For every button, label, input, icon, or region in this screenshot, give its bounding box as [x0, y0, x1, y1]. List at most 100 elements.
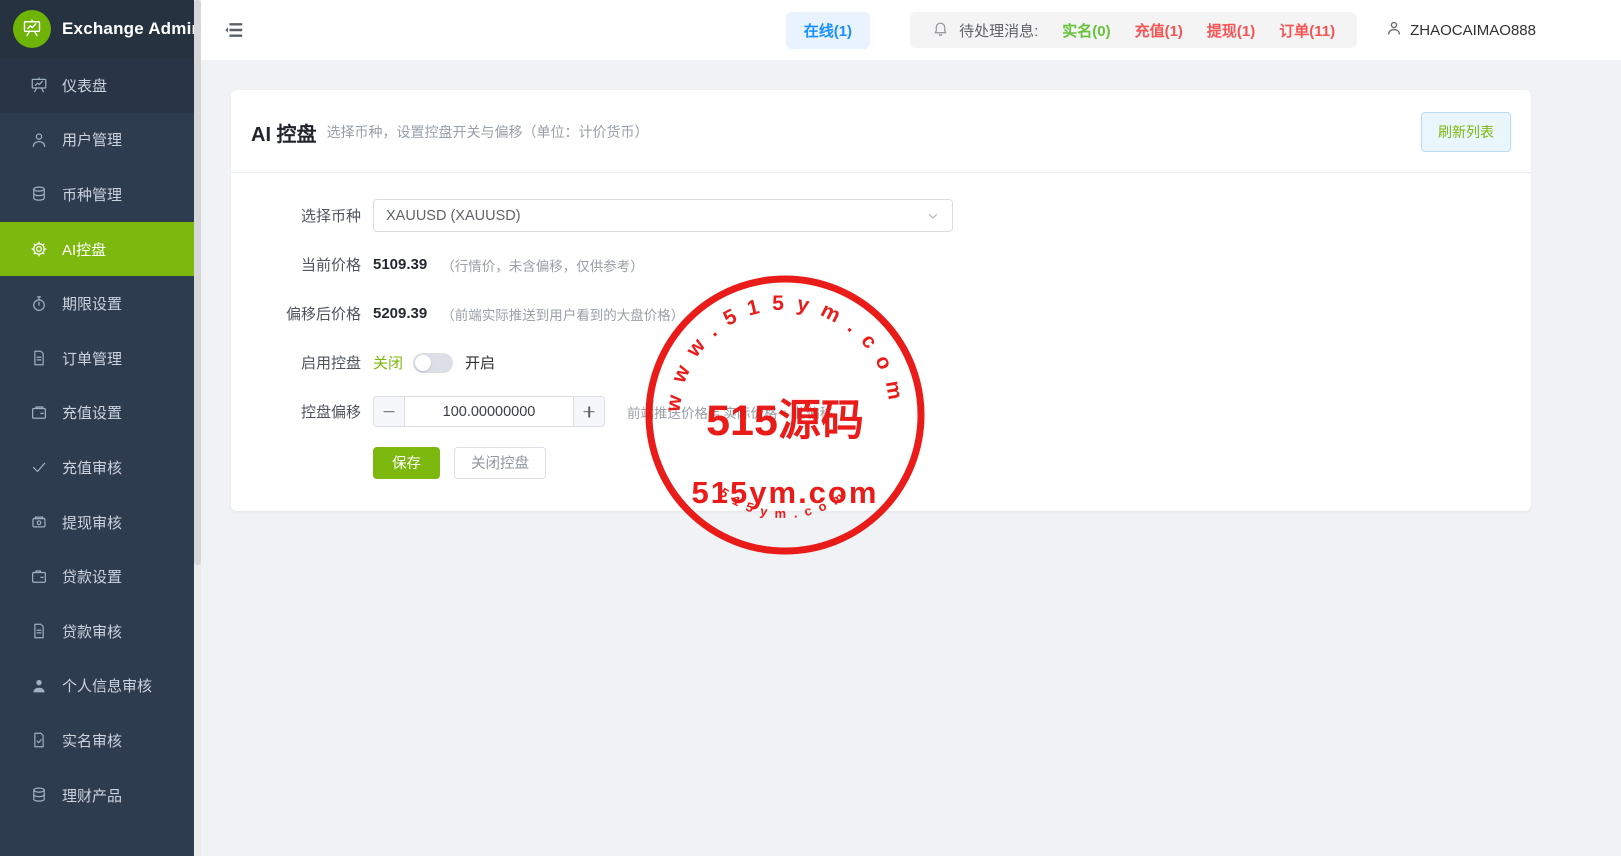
sidebar-item-currencies[interactable]: 币种管理: [0, 167, 194, 222]
sidebar-item-label: 实名审核: [62, 730, 122, 751]
offset-row: 控盘偏移 前端推送价格 = 实际价格 + 此偏移: [251, 395, 1511, 428]
dashboard-icon: [30, 76, 48, 94]
sidebar-item-label: 充值审核: [62, 457, 122, 478]
person-icon: [30, 677, 48, 695]
loan-wallet-icon: [30, 568, 48, 586]
actions-row: 保存 关闭控盘: [251, 446, 1511, 479]
app-logo: [13, 10, 51, 48]
sidebar-item-label: 贷款设置: [62, 566, 122, 587]
increase-button[interactable]: [573, 397, 604, 426]
sidebar-item-label: 订单管理: [62, 348, 122, 369]
sidebar-item-profile-review[interactable]: 个人信息审核: [0, 659, 194, 714]
pending-messages-label: 待处理消息:: [959, 20, 1038, 41]
order-count-badge[interactable]: 订单(11): [1279, 20, 1335, 41]
sidebar-item-label: 理财产品: [62, 785, 122, 806]
close-control-button[interactable]: 关闭控盘: [454, 447, 546, 479]
online-status-badge[interactable]: 在线(1): [786, 12, 870, 49]
sidebar-item-ai-control[interactable]: AI控盘: [0, 222, 194, 277]
user-menu[interactable]: ZHAOCAIMAO888: [1385, 19, 1536, 41]
sidebar-item-kyc-review[interactable]: 实名审核: [0, 713, 194, 768]
main-area: AI 控盘 选择币种，设置控盘开关与偏移（单位：计价货币） 刷新列表 选择币种 …: [201, 60, 1621, 856]
orders-icon: [30, 349, 48, 367]
sidebar-item-label: 充值设置: [62, 402, 122, 423]
sidebar-scrollbar-thumb[interactable]: [194, 0, 201, 565]
gear-icon: [30, 240, 48, 258]
symbol-select[interactable]: XAUUSD (XAUUSD): [373, 199, 953, 232]
offset-stepper: [373, 396, 605, 427]
toggle-on-label: 开启: [465, 352, 495, 373]
current-price-hint: （行情价，未含偏移，仅供参考）: [441, 255, 644, 275]
save-button[interactable]: 保存: [373, 447, 440, 479]
presentation-chart-icon: [22, 18, 42, 41]
enable-control-label: 启用控盘: [251, 352, 361, 373]
withdraw-icon: [30, 513, 48, 531]
sidebar-item-finance-products[interactable]: 理财产品: [0, 768, 194, 823]
offset-price-hint: （前端实际推送到用户看到的大盘价格）: [441, 304, 684, 324]
sidebar-item-deposit-review[interactable]: 充值审核: [0, 440, 194, 495]
pending-messages-strip: 待处理消息: 实名(0) 充值(1) 提现(1) 订单(11): [910, 12, 1357, 48]
sidebar-item-users[interactable]: 用户管理: [0, 113, 194, 168]
sidebar: Exchange Admin 仪表盘 用户管理 币种管理 AI: [0, 0, 194, 856]
symbol-row: 选择币种 XAUUSD (XAUUSD): [251, 199, 1511, 232]
sidebar-item-label: 贷款审核: [62, 621, 122, 642]
offset-input[interactable]: [405, 397, 573, 426]
top-header: 在线(1) 待处理消息: 实名(0) 充值(1) 提现(1) 订单(11): [201, 0, 1621, 60]
offset-price-row: 偏移后价格 5209.39 （前端实际推送到用户看到的大盘价格）: [251, 297, 1511, 330]
timer-icon: [30, 295, 48, 313]
page-title: AI 控盘: [251, 118, 317, 147]
sidebar-item-withdraw-review[interactable]: 提现审核: [0, 495, 194, 550]
enable-control-toggle[interactable]: [413, 353, 453, 373]
ai-control-card: AI 控盘 选择币种，设置控盘开关与偏移（单位：计价货币） 刷新列表 选择币种 …: [231, 90, 1531, 511]
current-price-label: 当前价格: [251, 254, 361, 275]
offset-price-label: 偏移后价格: [251, 303, 361, 324]
sidebar-item-label: 用户管理: [62, 129, 122, 150]
sidebar-header: Exchange Admin: [0, 0, 194, 58]
sidebar-item-label: AI控盘: [62, 239, 106, 260]
users-icon: [30, 131, 48, 149]
content-area: 在线(1) 待处理消息: 实名(0) 充值(1) 提现(1) 订单(11): [201, 0, 1621, 856]
offset-price-value: 5209.39: [373, 305, 427, 322]
offset-label: 控盘偏移: [251, 401, 361, 422]
enable-control-row: 启用控盘 关闭 开启: [251, 346, 1511, 379]
kyc-count-badge[interactable]: 实名(0): [1062, 20, 1110, 41]
sidebar-item-deposit-settings[interactable]: 充值设置: [0, 386, 194, 441]
offset-hint: 前端推送价格 = 实际价格 + 此偏移: [627, 402, 833, 422]
page-subtitle: 选择币种，设置控盘开关与偏移（单位：计价货币）: [327, 122, 649, 142]
bell-icon: [932, 20, 949, 41]
sidebar-item-orders[interactable]: 订单管理: [0, 331, 194, 386]
chevron-down-icon: [926, 209, 940, 223]
loan-doc-icon: [30, 622, 48, 640]
app-title: Exchange Admin: [62, 19, 202, 39]
menu-fold-icon[interactable]: [223, 19, 245, 41]
symbol-select-value: XAUUSD (XAUUSD): [386, 208, 521, 224]
deposit-count-badge[interactable]: 充值(1): [1135, 20, 1183, 41]
sidebar-item-loan-settings[interactable]: 贷款设置: [0, 549, 194, 604]
decrease-button[interactable]: [374, 397, 405, 426]
user-icon: [1385, 19, 1403, 41]
sidebar-item-label: 个人信息审核: [62, 675, 152, 696]
sidebar-menu: 仪表盘 用户管理 币种管理 AI控盘 期限设置: [0, 58, 194, 822]
sidebar-item-term-settings[interactable]: 期限设置: [0, 276, 194, 331]
toggle-knob: [415, 355, 431, 371]
symbol-label: 选择币种: [251, 205, 361, 226]
sidebar-scrollbar[interactable]: [194, 0, 201, 856]
sidebar-item-dashboard[interactable]: 仪表盘: [0, 58, 194, 113]
current-price-row: 当前价格 5109.39 （行情价，未含偏移，仅供参考）: [251, 248, 1511, 281]
card-header: AI 控盘 选择币种，设置控盘开关与偏移（单位：计价货币） 刷新列表: [231, 90, 1531, 172]
coins-icon: [30, 185, 48, 203]
sidebar-item-label: 币种管理: [62, 184, 122, 205]
sidebar-item-loan-review[interactable]: 贷款审核: [0, 604, 194, 659]
sidebar-item-label: 期限设置: [62, 293, 122, 314]
current-price-value: 5109.39: [373, 256, 427, 273]
username: ZHAOCAIMAO888: [1410, 22, 1536, 39]
finance-icon: [30, 786, 48, 804]
toggle-off-label: 关闭: [373, 352, 403, 373]
wallet-icon: [30, 404, 48, 422]
id-check-icon: [30, 731, 48, 749]
refresh-list-button[interactable]: 刷新列表: [1421, 112, 1511, 152]
withdraw-count-badge[interactable]: 提现(1): [1207, 20, 1255, 41]
sidebar-item-label: 仪表盘: [62, 75, 107, 96]
check-icon: [30, 458, 48, 476]
sidebar-item-label: 提现审核: [62, 512, 122, 533]
ai-control-form: 选择币种 XAUUSD (XAUUSD) 当前价格 5109.39 （行情价，未…: [231, 173, 1531, 511]
